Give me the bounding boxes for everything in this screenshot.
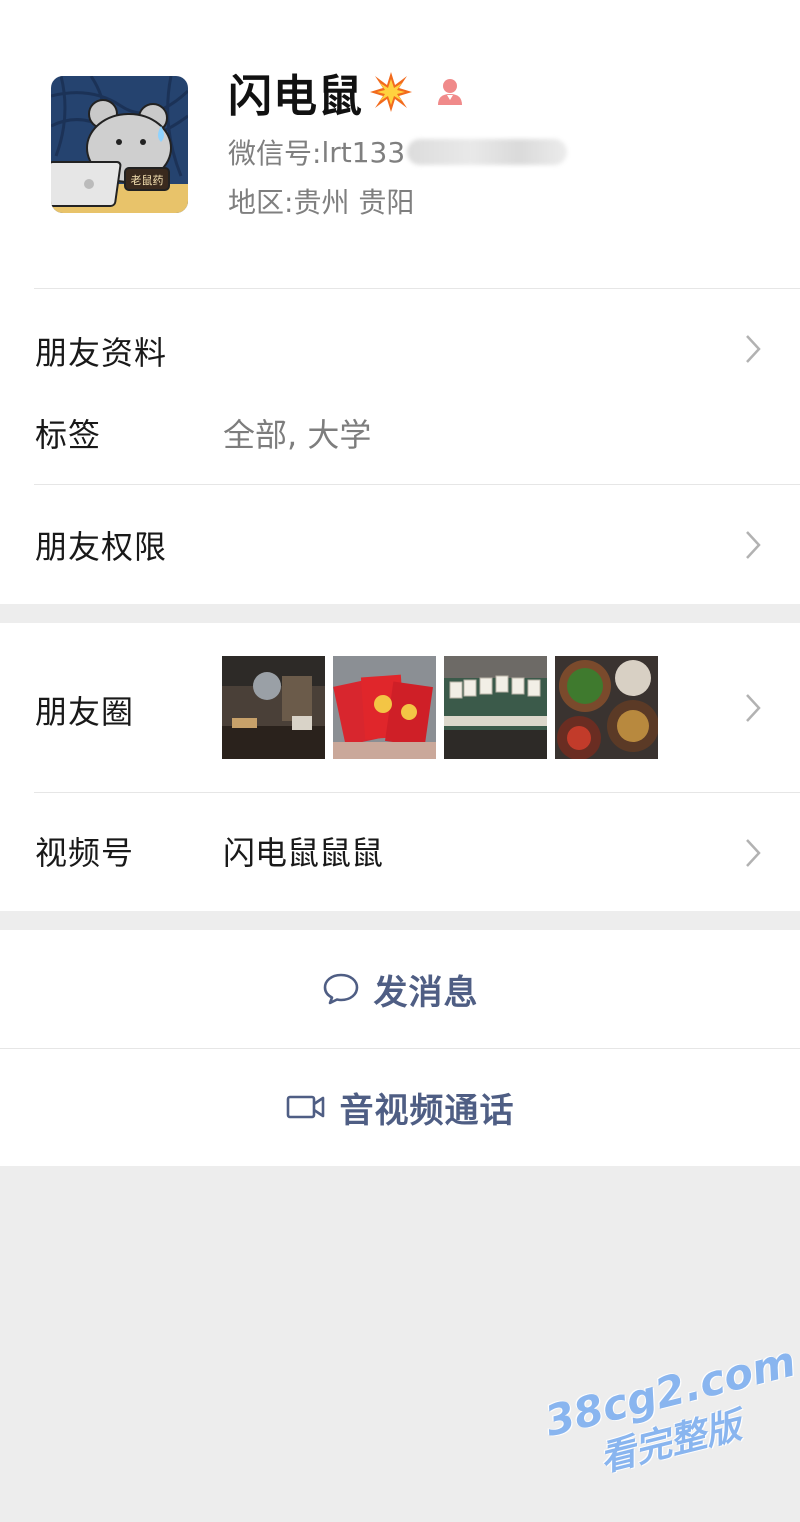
tags-value: 全部, 大学 <box>223 416 372 454</box>
person-female-icon <box>438 79 462 105</box>
friend-permissions-row[interactable]: 朋友权限 <box>0 484 800 604</box>
collision-spark-icon <box>370 72 412 112</box>
actions-section: 发消息 音视频通话 <box>0 930 800 1166</box>
chevron-right-icon <box>746 694 761 722</box>
region-row: 地区: 贵州 贵阳 <box>228 181 414 221</box>
moments-label: 朋友圈 <box>35 693 135 731</box>
send-message-label: 发消息 <box>373 972 479 1013</box>
chevron-right-icon <box>746 335 761 363</box>
wechat-id-label: 微信号: <box>228 137 322 170</box>
chevron-right-icon <box>746 839 761 867</box>
region-label: 地区: <box>228 186 294 219</box>
moment-photo-food[interactable] <box>555 656 658 759</box>
moment-photo-red-envelopes[interactable] <box>333 656 436 759</box>
channels-value: 闪电鼠鼠鼠 <box>223 834 384 872</box>
channels-label: 视频号 <box>35 834 135 872</box>
nickname: 闪电鼠 <box>228 71 363 122</box>
info-section: 朋友资料 标签 全部, 大学 朋友权限 <box>0 288 800 604</box>
tags-row[interactable]: 标签 全部, 大学 <box>0 398 800 484</box>
watermark: 38cg2.com 看完整版 <box>540 1336 800 1492</box>
chevron-right-icon <box>746 531 761 559</box>
nickname-row: 闪电鼠 <box>228 62 465 122</box>
profile-header: 老鼠药 闪电鼠 微信号: lrt133 地区: 贵州 贵阳 <box>0 0 800 288</box>
moments-thumbnails <box>222 656 658 759</box>
video-camera-icon <box>286 1095 324 1119</box>
moment-photo-mahjong[interactable] <box>444 656 547 759</box>
moment-photo-restaurant[interactable] <box>222 656 325 759</box>
av-call-label: 音视频通话 <box>339 1090 515 1131</box>
wechat-id-redaction <box>407 139 568 165</box>
social-section: 朋友圈 视频号 闪电鼠鼠鼠 <box>0 623 800 911</box>
channels-row[interactable]: 视频号 闪电鼠鼠鼠 <box>0 792 800 911</box>
chat-bubble-icon <box>323 973 358 1005</box>
moments-row[interactable]: 朋友圈 <box>0 623 800 793</box>
av-call-button[interactable]: 音视频通话 <box>0 1048 800 1166</box>
region-value: 贵州 贵阳 <box>293 186 415 219</box>
wechat-id-value: lrt133 <box>321 135 406 169</box>
avatar-badge-text: 老鼠药 <box>131 173 164 187</box>
friend-permissions-label: 朋友权限 <box>35 528 168 566</box>
wechat-id-row[interactable]: 微信号: lrt133 <box>228 132 568 172</box>
friend-profile-label: 朋友资料 <box>35 334 168 372</box>
friend-profile-row[interactable]: 朋友资料 <box>0 288 800 412</box>
tags-label: 标签 <box>35 416 102 454</box>
avatar[interactable]: 老鼠药 <box>51 76 188 213</box>
send-message-button[interactable]: 发消息 <box>0 930 800 1048</box>
